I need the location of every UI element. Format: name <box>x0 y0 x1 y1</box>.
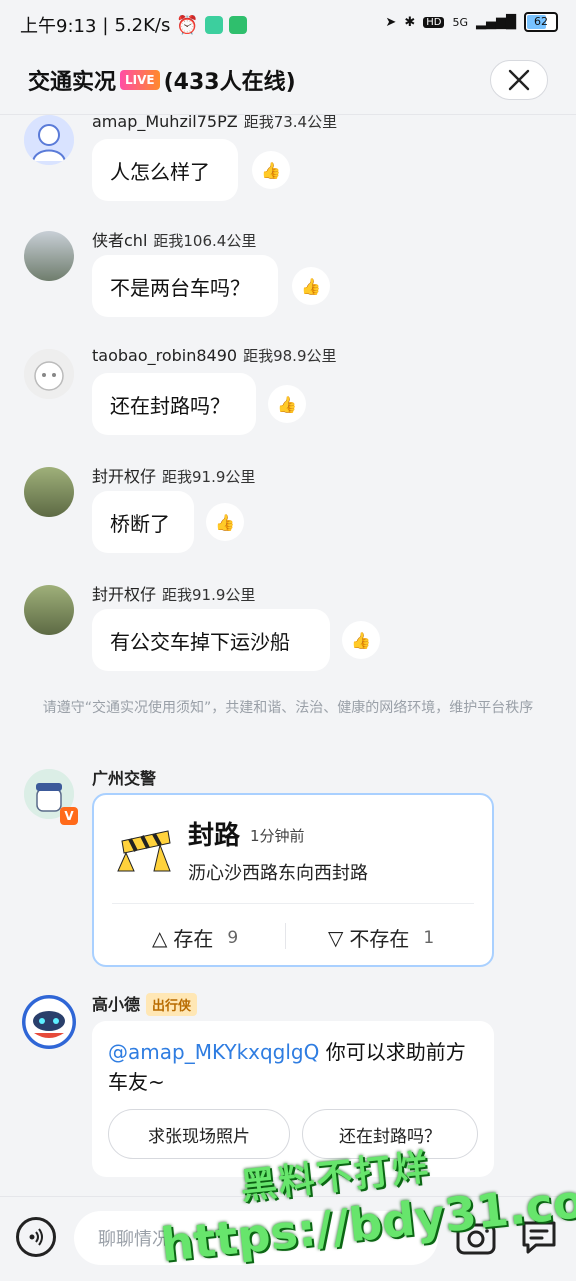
alarm-icon: ⏰ <box>176 14 199 36</box>
vote-exists-button[interactable]: △ 存在 9 <box>152 923 238 952</box>
avatar[interactable] <box>24 231 74 281</box>
username: 侠者chl 距我106.4公里 <box>92 231 257 250</box>
triangle-up-icon: △ <box>152 925 168 950</box>
camera-button[interactable] <box>456 1219 496 1259</box>
message-bubble: 不是两台车吗？ <box>92 255 278 317</box>
shield-notify-icon <box>228 16 247 34</box>
username: 封开权仔 距我91.9公里 <box>92 585 256 604</box>
rules-notice: 请遵守“交通实况使用须知”，共建和谐、法治、健康的网络环境，维护平台秩序 <box>42 700 534 716</box>
chat-input[interactable]: 聊聊情况 <box>74 1211 438 1265</box>
camera-icon <box>456 1223 496 1255</box>
avatar[interactable] <box>24 349 74 399</box>
net-speed: 5.2K/s <box>114 14 171 36</box>
voice-icon <box>29 1228 43 1246</box>
status-bar: 上午9:13 | 5.2K/s ⏰ ➤ ✱ HD 5G ▂▄▆█ 62 <box>0 0 576 50</box>
hd-icon: HD <box>423 16 445 28</box>
bottom-bar: 聊聊情况 <box>0 1196 576 1281</box>
card-time: 1分钟前 <box>250 827 305 845</box>
online-count: (433人在线) <box>163 70 296 95</box>
username: 高小德 出行侠 <box>92 991 198 1016</box>
app-notify-icon <box>204 16 223 34</box>
assistant-text: @amap_MKYkxqglgQ 你可以求助前方车友~ <box>108 1040 466 1094</box>
vote-separator <box>285 923 286 949</box>
mention-link[interactable]: @amap_MKYkxqglgQ <box>108 1040 319 1064</box>
live-badge: LIVE <box>120 70 160 90</box>
message-bubble: 人怎么样了 <box>92 139 238 201</box>
taobao-avatar-icon <box>24 349 74 399</box>
robot-avatar-icon <box>22 995 76 1049</box>
divider <box>112 903 474 904</box>
message-bubble: 桥断了 <box>92 491 194 553</box>
like-button[interactable]: 👍 <box>206 503 244 541</box>
comment-icon <box>522 1221 556 1254</box>
bluetooth-icon: ✱ <box>404 14 416 30</box>
thumbs-up-icon: 👍 <box>215 512 235 532</box>
close-button[interactable] <box>490 60 548 100</box>
like-button[interactable]: 👍 <box>342 621 380 659</box>
user-tag: 出行侠 <box>146 993 198 1016</box>
thumbs-up-icon: 👍 <box>301 276 321 296</box>
thumbs-up-icon: 👍 <box>277 394 297 414</box>
triangle-down-icon: ▽ <box>328 925 344 950</box>
like-button[interactable]: 👍 <box>292 267 330 305</box>
header: 交通实况 LIVE (433人在线) <box>0 50 576 115</box>
signal-icon: ▂▄▆█ <box>476 14 516 30</box>
avatar[interactable] <box>22 995 76 1049</box>
battery-icon: 62 <box>524 12 558 32</box>
card-title: 封路 <box>188 821 241 851</box>
message-bubble: 有公交车掉下运沙船 <box>92 609 330 671</box>
username: taobao_robin8490 距我98.9公里 <box>92 346 337 365</box>
thumbs-up-icon: 👍 <box>261 160 281 180</box>
comment-button[interactable] <box>520 1219 558 1259</box>
verified-badge: V <box>60 807 78 825</box>
location-icon: ➤ <box>385 14 397 30</box>
message-bubble: 还在封路吗？ <box>92 373 256 435</box>
avatar[interactable] <box>24 467 74 517</box>
request-photo-chip[interactable]: 求张现场照片 <box>108 1109 290 1159</box>
road-closure-card[interactable]: 封路 1分钟前 沥心沙西路东向西封路 △ 存在 9 ▽ 不存在 1 <box>92 793 494 967</box>
user-avatar-icon <box>24 115 74 165</box>
voice-button[interactable] <box>16 1217 56 1257</box>
card-description: 沥心沙西路东向西封路 <box>188 863 368 884</box>
close-icon <box>508 69 530 91</box>
avatar[interactable] <box>24 585 74 635</box>
still-closed-chip[interactable]: 还在封路吗？ <box>302 1109 478 1159</box>
roadblock-icon <box>117 830 171 872</box>
page-title: 交通实况 LIVE (433人在线) <box>28 64 296 96</box>
username: 广州交警 <box>92 769 157 788</box>
chat-feed[interactable]: amap_Muhzil75PZ 距我73.4公里 人怎么样了 👍 侠者chl 距我1… <box>0 115 576 1195</box>
network-label: 5G <box>452 15 468 29</box>
status-time: 上午9:13 <box>20 16 97 37</box>
avatar[interactable] <box>24 115 74 165</box>
username: 封开权仔 距我91.9公里 <box>92 467 256 486</box>
thumbs-up-icon: 👍 <box>351 630 371 650</box>
like-button[interactable]: 👍 <box>268 385 306 423</box>
assistant-card: @amap_MKYkxqglgQ 你可以求助前方车友~ 求张现场照片 还在封路吗… <box>92 1021 494 1177</box>
username: amap_Muhzil75PZ 距我73.4公里 <box>92 115 338 131</box>
like-button[interactable]: 👍 <box>252 151 290 189</box>
vote-not-exists-button[interactable]: ▽ 不存在 1 <box>328 923 434 952</box>
